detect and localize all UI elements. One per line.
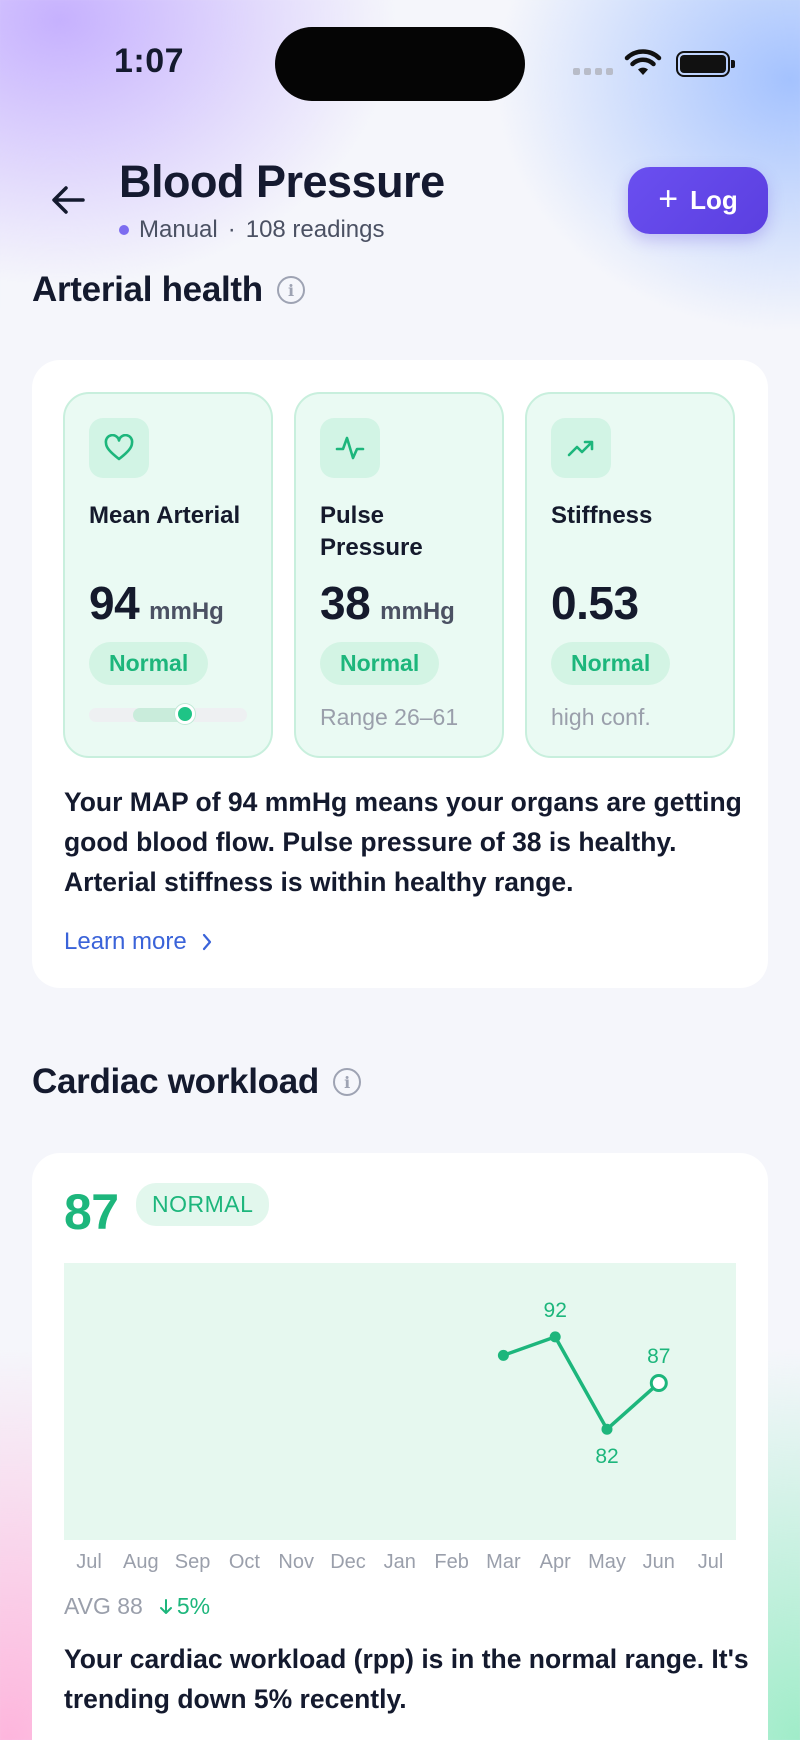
chart-plot-area	[64, 1263, 736, 1540]
range-indicator	[89, 704, 247, 724]
learn-more-link[interactable]: Learn more	[64, 928, 213, 956]
average-value: AVG 88	[64, 1593, 143, 1619]
metric-footnote: Range 26–61	[320, 704, 459, 730]
info-icon[interactable]: i	[276, 276, 305, 304]
chart-x-tick-label: Oct	[229, 1551, 261, 1573]
back-button[interactable]	[44, 178, 92, 222]
chart-point	[497, 1349, 509, 1361]
metric-name: Pulse Pressure	[320, 502, 423, 561]
arterial-health-title: Arterial health	[32, 270, 263, 309]
wifi-icon	[624, 49, 662, 75]
mean-arterial-card[interactable]: Mean Arterial 94 mmHg Normal	[63, 392, 273, 758]
metric-number: 38	[320, 577, 371, 629]
chart-x-tick-label: May	[588, 1551, 626, 1573]
chart-point	[601, 1423, 613, 1435]
chart-x-tick-label: Jun	[643, 1551, 675, 1573]
info-icon[interactable]: i	[332, 1068, 361, 1096]
arterial-health-card: Mean Arterial 94 mmHg Normal Pulse Press…	[32, 360, 768, 988]
status-badge: Normal	[551, 642, 671, 685]
arterial-summary: Your MAP of 94 mmHg means your organs ar…	[64, 787, 742, 897]
metric-number: 0.53	[551, 577, 639, 629]
cardiac-workload-heading: Cardiac workload i	[32, 1062, 361, 1102]
chart-x-tick-label: Jul	[76, 1551, 102, 1573]
pulse-icon	[320, 418, 380, 478]
stiffness-card[interactable]: Stiffness 0.53 Normal high conf.	[525, 392, 735, 758]
chart-x-tick-label: Nov	[278, 1551, 314, 1573]
metric-value: 0.53	[551, 576, 639, 630]
trend-indicator: 5%	[159, 1593, 210, 1620]
chart-point	[549, 1331, 561, 1343]
log-button[interactable]: + Log	[628, 167, 768, 234]
cardiac-workload-card: 87 NORMAL 92 82 87 Jul Aug Sep Oct Nov Dec Jan Feb…	[32, 1153, 768, 1740]
status-time: 1:07	[114, 42, 185, 80]
dynamic-island	[275, 27, 525, 101]
cardiac-workload-title: Cardiac workload	[32, 1062, 319, 1101]
log-button-label: Log	[690, 185, 738, 215]
chart-x-tick-label: Dec	[330, 1551, 366, 1573]
page-subtitle: Manual · 108 readings	[119, 216, 385, 244]
cardiac-workload-chart: 92 82 87 Jul Aug Sep Oct Nov Dec Jan Feb Mar Apr May J…	[64, 1263, 736, 1573]
chart-x-tick-label: Jul	[698, 1551, 724, 1573]
chart-x-tick-label: Mar	[486, 1551, 521, 1573]
chart-data-label: 92	[544, 1299, 567, 1322]
page-title: Blood Pressure	[119, 156, 445, 207]
chart-data-label: 87	[647, 1345, 670, 1368]
status-badge: Normal	[320, 642, 440, 685]
chevron-right-icon	[202, 933, 211, 951]
readings-count: 108 readings	[245, 216, 385, 243]
metric-number: 94	[89, 577, 140, 629]
chart-data-label: 82	[595, 1445, 618, 1468]
metric-unit: mmHg	[149, 598, 224, 625]
chart-x-tick-label: Apr	[540, 1551, 571, 1573]
battery-icon	[676, 51, 735, 77]
metric-value: 38 mmHg	[320, 576, 455, 630]
arrow-down-icon	[159, 1598, 172, 1614]
heart-icon	[89, 418, 149, 478]
trend-up-icon	[551, 418, 611, 478]
metric-footnote: high conf.	[551, 704, 651, 730]
source-label: Manual	[139, 216, 218, 243]
subtitle-separator: ·	[227, 216, 236, 243]
arrow-left-icon	[52, 186, 85, 214]
trend-value: 5%	[176, 1593, 211, 1619]
chart-point-latest	[649, 1374, 668, 1393]
chart-x-tick-label: Feb	[434, 1551, 468, 1573]
learn-more-label: Learn more	[64, 928, 187, 955]
chart-x-tick-label: Sep	[175, 1551, 211, 1573]
cardiac-summary: Your cardiac workload (rpp) is in the no…	[64, 1644, 749, 1714]
plus-icon: +	[658, 180, 679, 218]
chart-x-tick-label: Aug	[123, 1551, 159, 1573]
metric-value: 94 mmHg	[89, 576, 224, 630]
pulse-pressure-card[interactable]: Pulse Pressure 38 mmHg Normal Range 26–6…	[294, 392, 504, 758]
status-badge: Normal	[89, 642, 209, 685]
range-marker	[174, 704, 195, 724]
source-dot	[119, 225, 129, 235]
metric-name: Stiffness	[551, 502, 653, 529]
chart-x-tick-label: Jan	[384, 1551, 416, 1573]
chart-stats: AVG 88 5%	[64, 1593, 210, 1620]
cellular-signal-icon	[573, 68, 613, 75]
metric-name: Mean Arterial	[89, 502, 241, 529]
arterial-health-heading: Arterial health i	[32, 270, 305, 310]
metric-unit: mmHg	[380, 598, 455, 625]
